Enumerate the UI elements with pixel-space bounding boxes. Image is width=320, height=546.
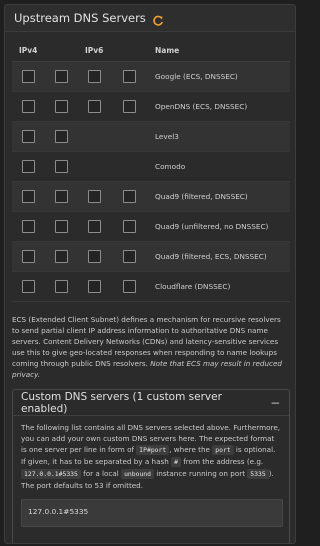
- header-name: Name: [155, 46, 180, 55]
- code-port: port: [212, 445, 234, 455]
- server-name: Quad9 (filtered, ECS, DNSSEC): [155, 252, 267, 261]
- ipv4-secondary-checkbox[interactable]: [55, 70, 68, 83]
- help-text: for a local: [80, 469, 122, 478]
- minus-icon[interactable]: −: [265, 396, 285, 410]
- table-row: Quad9 (filtered, ECS, DNSSEC): [12, 242, 290, 272]
- code-port-number: 5335: [247, 469, 269, 479]
- table-header: IPv4 IPv6 Name: [12, 40, 290, 62]
- custom-dns-textarea[interactable]: 127.0.0.1#5335: [21, 499, 283, 527]
- code-ip-port: IP#port: [136, 445, 170, 455]
- code-example-address: 127.0.0.1#5335: [21, 469, 81, 479]
- ipv6-secondary-checkbox[interactable]: [122, 190, 136, 203]
- header-ipv6: IPv6: [85, 46, 104, 55]
- server-name: Google (ECS, DNSSEC): [155, 72, 238, 81]
- panel-title: Upstream DNS Servers: [14, 11, 146, 25]
- ipv6-primary-checkbox[interactable]: [88, 280, 101, 293]
- ecs-description: ECS (Extended Client Subnet) defines a m…: [12, 314, 288, 380]
- server-name: Comodo: [155, 162, 186, 171]
- server-name: Level3: [155, 132, 179, 141]
- ipv6-secondary-checkbox[interactable]: [122, 220, 136, 233]
- header-ipv4: IPv4: [19, 46, 38, 55]
- table-row: Level3: [12, 122, 290, 152]
- table-row: Comodo: [12, 152, 290, 182]
- table-row: Quad9 (filtered, DNSSEC): [12, 182, 290, 212]
- custom-dns-box: Custom DNS servers (1 custom server enab…: [12, 389, 290, 543]
- help-text: from the address (e.g.: [180, 457, 264, 466]
- ipv4-secondary-checkbox[interactable]: [55, 160, 68, 173]
- ipv4-secondary-checkbox[interactable]: [55, 190, 68, 203]
- table-row: OpenDNS (ECS, DNSSEC): [12, 92, 290, 122]
- server-name: Quad9 (unfiltered, no DNSSEC): [155, 222, 269, 231]
- ipv6-primary-checkbox[interactable]: [88, 220, 101, 233]
- table-row: Cloudflare (DNSSEC): [12, 272, 290, 302]
- ipv6-primary-checkbox[interactable]: [88, 100, 101, 113]
- panel-header: Upstream DNS Servers: [5, 5, 295, 32]
- ipv6-primary-checkbox[interactable]: [88, 190, 101, 203]
- ipv6-secondary-checkbox[interactable]: [122, 100, 136, 113]
- ipv6-primary-checkbox[interactable]: [88, 70, 101, 83]
- custom-dns-help: The following list contains all DNS serv…: [13, 416, 289, 491]
- ipv4-secondary-checkbox[interactable]: [55, 250, 68, 263]
- ipv4-primary-checkbox[interactable]: [22, 100, 35, 113]
- ipv6-secondary-checkbox[interactable]: [122, 250, 136, 263]
- ipv6-secondary-checkbox[interactable]: [122, 70, 136, 83]
- custom-dns-header: Custom DNS servers (1 custom server enab…: [13, 390, 289, 416]
- ipv4-secondary-checkbox[interactable]: [55, 130, 68, 143]
- custom-dns-title: Custom DNS servers (1 custom server enab…: [21, 390, 222, 415]
- server-name: Cloudflare (DNSSEC): [155, 282, 231, 291]
- refresh-icon[interactable]: [152, 12, 164, 26]
- ipv4-secondary-checkbox[interactable]: [55, 220, 68, 233]
- upstream-dns-panel: Upstream DNS Servers IPv4 IPv6 Name Goog…: [4, 4, 296, 544]
- dns-servers-table: IPv4 IPv6 Name Google (ECS, DNSSEC) Open…: [12, 40, 290, 302]
- server-name: Quad9 (filtered, DNSSEC): [155, 192, 248, 201]
- ipv4-primary-checkbox[interactable]: [22, 220, 35, 233]
- help-text: , where the: [169, 445, 213, 454]
- ipv4-secondary-checkbox[interactable]: [55, 280, 68, 293]
- ipv4-primary-checkbox[interactable]: [22, 250, 35, 263]
- ipv4-primary-checkbox[interactable]: [22, 160, 35, 173]
- ipv6-secondary-checkbox[interactable]: [122, 280, 136, 293]
- ipv4-secondary-checkbox[interactable]: [55, 100, 68, 113]
- ipv4-primary-checkbox[interactable]: [22, 70, 35, 83]
- ipv6-primary-checkbox[interactable]: [88, 250, 101, 263]
- ipv4-primary-checkbox[interactable]: [22, 280, 35, 293]
- table-row: Quad9 (unfiltered, no DNSSEC): [12, 212, 290, 242]
- code-hash: #: [171, 457, 181, 467]
- ipv4-primary-checkbox[interactable]: [22, 190, 35, 203]
- table-row: Google (ECS, DNSSEC): [12, 62, 290, 92]
- help-text: instance running on port: [154, 469, 248, 478]
- ipv4-primary-checkbox[interactable]: [22, 130, 35, 143]
- code-unbound: unbound: [121, 469, 154, 479]
- server-name: OpenDNS (ECS, DNSSEC): [155, 102, 248, 111]
